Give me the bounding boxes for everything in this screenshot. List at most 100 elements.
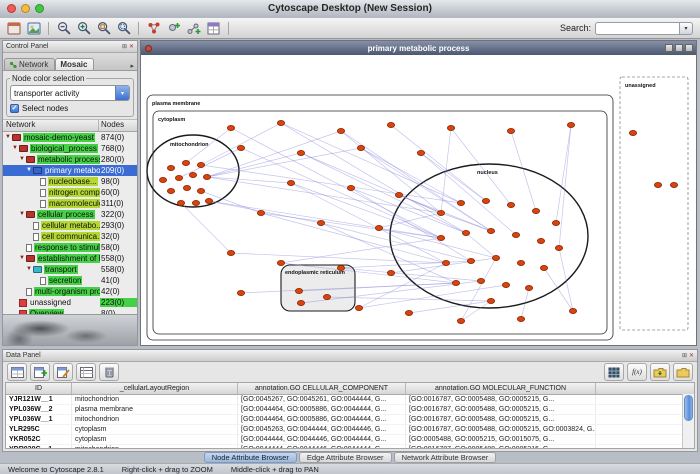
graph-node[interactable] — [487, 298, 494, 303]
graph-node[interactable] — [192, 200, 199, 205]
network-window-icon[interactable] — [4, 20, 23, 37]
tab-overflow-arrow-icon[interactable]: ▸ — [128, 62, 136, 70]
graph-edge[interactable] — [556, 125, 571, 223]
graph-edge[interactable] — [391, 125, 486, 201]
graph-edge[interactable] — [291, 183, 441, 238]
graph-node[interactable] — [492, 255, 499, 260]
graph-edge[interactable] — [207, 148, 361, 177]
tree-row[interactable]: multi-organism pro...42(0) — [3, 286, 137, 297]
float-panel-icon[interactable]: ⊞ — [122, 43, 127, 50]
graph-node[interactable] — [205, 198, 212, 203]
graph-node[interactable] — [654, 182, 661, 187]
tree-column-nodes[interactable]: Nodes — [99, 120, 137, 131]
graph-edge[interactable] — [441, 213, 491, 231]
graph-node[interactable] — [417, 150, 424, 155]
delete-attribute-icon[interactable] — [99, 363, 119, 381]
image-export-icon[interactable] — [24, 20, 43, 37]
graph-node[interactable] — [517, 316, 524, 321]
close-panel-icon[interactable]: ✕ — [129, 43, 134, 50]
select-nodes-checkbox[interactable]: ✓ Select nodes — [10, 104, 130, 113]
graph-node[interactable] — [457, 200, 464, 205]
graph-node[interactable] — [482, 198, 489, 203]
column-header[interactable]: annotation.GO MOLECULAR_FUNCTION — [406, 383, 596, 394]
expand-arrow-icon[interactable]: ▼ — [12, 143, 19, 154]
data-panel-header[interactable]: Data Panel ⊞ ✕ — [3, 350, 697, 362]
network-overview-thumbnail[interactable] — [3, 314, 137, 345]
graph-node[interactable] — [337, 265, 344, 270]
function-builder-icon[interactable]: f(x) — [627, 363, 647, 381]
tab-mosaic[interactable]: Mosaic — [55, 58, 94, 70]
open-folder-icon[interactable] — [673, 363, 693, 381]
tree-row[interactable]: macromolecule...311(0) — [3, 198, 137, 209]
tree-column-network[interactable]: Network — [3, 120, 99, 131]
graph-node[interactable] — [487, 228, 494, 233]
graph-node[interactable] — [447, 125, 454, 130]
tree-row[interactable]: nucleobase...98(0) — [3, 176, 137, 187]
table-row[interactable]: YJR121W__1mitochondrion[GO:0045267, GO:0… — [6, 395, 694, 405]
expand-arrow-icon[interactable]: ▼ — [19, 154, 26, 165]
graph-node[interactable] — [317, 220, 324, 225]
tree-row[interactable]: unassigned223(0) — [3, 297, 137, 308]
column-header[interactable]: annotation.GO CELLULAR_COMPONENT — [238, 383, 406, 394]
tab-edge-attribute-browser[interactable]: Edge Attribute Browser — [299, 452, 392, 463]
graph-node[interactable] — [437, 210, 444, 215]
graph-node[interactable] — [197, 162, 204, 167]
graph-node[interactable] — [167, 165, 174, 170]
graph-node[interactable] — [257, 210, 264, 215]
tab-network[interactable]: Network — [4, 58, 55, 70]
zoom-selected-icon[interactable] — [94, 20, 113, 37]
control-panel-header[interactable]: Control Panel ⊞ ✕ — [3, 41, 137, 53]
expand-arrow-icon[interactable]: ▼ — [26, 264, 33, 275]
graph-node[interactable] — [347, 185, 354, 190]
tree-row[interactable]: ▼transport558(0) — [3, 264, 137, 275]
graph-edge[interactable] — [207, 131, 341, 177]
graph-node[interactable] — [387, 122, 394, 127]
graph-node[interactable] — [297, 300, 304, 305]
select-attributes-icon[interactable] — [7, 363, 27, 381]
graph-edge[interactable] — [461, 301, 491, 321]
search-dropdown-arrow-icon[interactable]: ▾ — [679, 22, 693, 35]
expand-arrow-icon[interactable]: ▼ — [5, 132, 12, 143]
tab-node-attribute-browser[interactable]: Node Attribute Browser — [204, 452, 297, 463]
graph-node[interactable] — [540, 265, 547, 270]
table-row[interactable]: YDR039C__1mitochondrion[GO:0044444, GO:0… — [6, 445, 694, 449]
graph-node[interactable] — [227, 250, 234, 255]
graph-node[interactable] — [477, 278, 484, 283]
network-canvas[interactable]: plasma membranecytoplasmmitochondrionnuc… — [141, 55, 696, 345]
table-row[interactable]: YPL036W__1mitochondrion[GO:0044464, GO:0… — [6, 415, 694, 425]
float-panel-icon[interactable]: ⊞ — [682, 352, 687, 359]
tab-network-attribute-browser[interactable]: Network Attribute Browser — [394, 452, 497, 463]
scrollbar-thumb[interactable] — [684, 395, 693, 421]
graph-node[interactable] — [197, 188, 204, 193]
tree-row[interactable]: cellular metabo...293(0) — [3, 220, 137, 231]
column-header[interactable]: ID — [6, 383, 72, 394]
graph-node[interactable] — [182, 160, 189, 165]
create-attribute-icon[interactable] — [30, 363, 50, 381]
color-attribute-dropdown[interactable]: transporter activity ▾ — [10, 85, 130, 101]
expand-arrow-icon[interactable]: ▼ — [26, 165, 33, 176]
column-header[interactable]: _cellularLayoutRegion — [72, 383, 238, 394]
tree-row[interactable]: cell communica...32(0) — [3, 231, 137, 242]
graph-node[interactable] — [512, 232, 519, 237]
graph-node[interactable] — [442, 260, 449, 265]
network-frame-titlebar[interactable]: primary metabolic process — [141, 41, 696, 55]
graph-node[interactable] — [467, 258, 474, 263]
frame-maximize-icon[interactable] — [675, 44, 683, 52]
graph-node[interactable] — [355, 305, 362, 310]
graph-node[interactable] — [532, 208, 539, 213]
graph-node[interactable] — [517, 260, 524, 265]
graph-node[interactable] — [237, 145, 244, 150]
graph-node[interactable] — [227, 125, 234, 130]
graph-edge[interactable] — [209, 201, 321, 223]
graph-node[interactable] — [237, 290, 244, 295]
graph-node[interactable] — [277, 120, 284, 125]
graph-node[interactable] — [462, 230, 469, 235]
vizmapper-icon[interactable] — [204, 20, 223, 37]
attribute-matrix-icon[interactable] — [604, 363, 624, 381]
window-titlebar[interactable]: Cytoscape Desktop (New Session) — [0, 0, 700, 19]
tree-row[interactable]: ▼cellular process322(0) — [3, 209, 137, 220]
graph-node[interactable] — [167, 188, 174, 193]
graph-node[interactable] — [175, 175, 182, 180]
frame-minimize-icon[interactable] — [665, 44, 673, 52]
graph-node[interactable] — [337, 128, 344, 133]
